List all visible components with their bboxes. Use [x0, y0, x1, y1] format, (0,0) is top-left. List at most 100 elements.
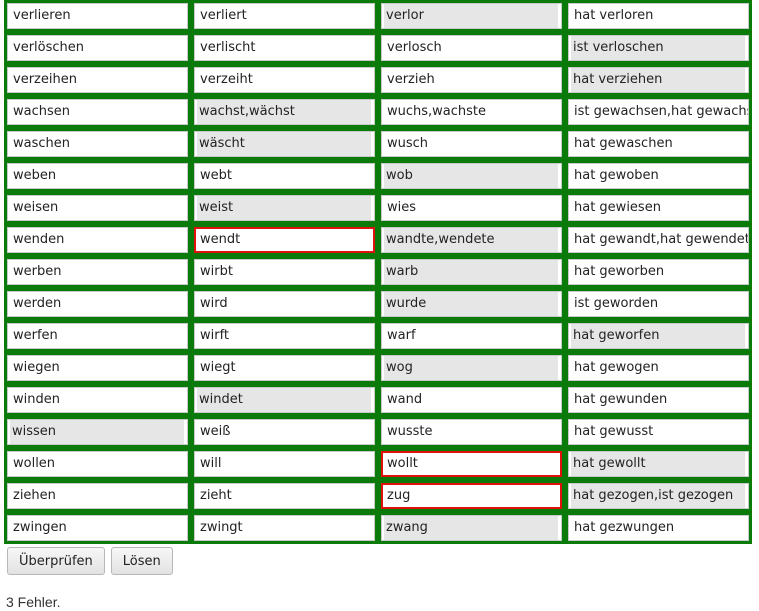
verb-table-body: verlieren verliert verlor hat verloren verlö…: [4, 0, 752, 544]
present-answer-field[interactable]: weist: [194, 195, 375, 221]
present-given-text: wirft: [194, 323, 375, 349]
perfect-answer-field[interactable]: hat geworfen: [568, 323, 749, 349]
table-cell: hat gezogen,ist gezogen: [565, 480, 752, 512]
table-cell: verlischt: [191, 32, 378, 64]
table-row: werben wirbt warb hat geworben: [4, 256, 752, 288]
table-cell: hat verloren: [565, 0, 752, 32]
preterite-given-text: warf: [381, 323, 562, 349]
table-cell: zwang: [378, 512, 565, 544]
table-cell: weiß: [191, 416, 378, 448]
preterite-answer-field[interactable]: verlor: [381, 3, 562, 29]
present-given-text: verzeiht: [194, 67, 375, 93]
infinitive-given-text: wollen: [7, 451, 188, 477]
table-cell: hat gewaschen: [565, 128, 752, 160]
preterite-answer-field[interactable]: wurde: [381, 291, 562, 317]
table-cell: zwingen: [4, 512, 191, 544]
present-answer-field[interactable]: windet: [194, 387, 375, 413]
infinitive-given-text: ziehen: [7, 483, 188, 509]
table-cell: wuchs,wachste: [378, 96, 565, 128]
solve-button[interactable]: Lösen: [110, 547, 173, 575]
present-given-text: will: [194, 451, 375, 477]
answer-value: wog: [384, 356, 558, 380]
perfect-answer-field[interactable]: hat verziehen: [568, 67, 749, 93]
infinitive-given-text: werden: [7, 291, 188, 317]
table-cell: wird: [191, 288, 378, 320]
perfect-given-text: hat verloren: [568, 3, 749, 29]
preterite-given-text: verzieh: [381, 67, 562, 93]
answer-value: weist: [197, 196, 371, 220]
table-cell: ist geworden: [565, 288, 752, 320]
table-cell: weist: [191, 192, 378, 224]
answer-value: wandte,wendete: [384, 228, 558, 252]
present-answer-field[interactable]: wachst,wächst: [194, 99, 375, 125]
table-cell: wandte,wendete: [378, 224, 565, 256]
perfect-answer-field[interactable]: ist verloschen: [568, 35, 749, 61]
table-cell: hat gewollt: [565, 448, 752, 480]
preterite-answer-field-error[interactable]: wollt: [381, 451, 562, 477]
answer-value: hat geworfen: [571, 324, 745, 348]
table-row: waschen wäscht wusch hat gewaschen: [4, 128, 752, 160]
answer-value: hat gezogen,ist gezogen: [571, 484, 745, 508]
table-cell: hat gewogen: [565, 352, 752, 384]
check-button[interactable]: Überprüfen: [7, 547, 105, 575]
table-cell: verzeihen: [4, 64, 191, 96]
present-given-text: zwingt: [194, 515, 375, 541]
table-cell: wies: [378, 192, 565, 224]
answer-value: windet: [197, 388, 371, 412]
present-given-text: wiegt: [194, 355, 375, 381]
answer-value: ist verloschen: [571, 36, 745, 60]
preterite-given-text: wies: [381, 195, 562, 221]
preterite-answer-field[interactable]: zwang: [381, 515, 562, 541]
table-cell: wäscht: [191, 128, 378, 160]
answer-value: wissen: [10, 420, 184, 444]
preterite-answer-field[interactable]: wog: [381, 355, 562, 381]
table-cell: hat geworfen: [565, 320, 752, 352]
table-cell: hat gewandt,hat gewendet: [565, 224, 752, 256]
preterite-answer-field[interactable]: wob: [381, 163, 562, 189]
present-answer-field-error[interactable]: wendt: [194, 227, 375, 253]
preterite-answer-field-error[interactable]: zug: [381, 483, 562, 509]
table-cell: verlor: [378, 0, 565, 32]
present-given-text: zieht: [194, 483, 375, 509]
present-answer-field[interactable]: wäscht: [194, 131, 375, 157]
preterite-answer-field[interactable]: warb: [381, 259, 562, 285]
infinitive-given-text: verlöschen: [7, 35, 188, 61]
table-cell: ist gewachsen,hat gewachst: [565, 96, 752, 128]
perfect-answer-field[interactable]: hat gewollt: [568, 451, 749, 477]
table-cell: hat verziehen: [565, 64, 752, 96]
table-row: zwingen zwingt zwang hat gezwungen: [4, 512, 752, 544]
perfect-answer-field[interactable]: hat gezogen,ist gezogen: [568, 483, 749, 509]
table-cell: wachst,wächst: [191, 96, 378, 128]
table-row: ziehen zieht zug hat gezogen,ist gezogen: [4, 480, 752, 512]
table-cell: hat gezwungen: [565, 512, 752, 544]
perfect-given-text: hat gewandt,hat gewendet: [568, 227, 749, 253]
table-cell: hat gewoben: [565, 160, 752, 192]
table-cell: verlöschen: [4, 32, 191, 64]
table-row: werfen wirft warf hat geworfen: [4, 320, 752, 352]
table-cell: verzieh: [378, 64, 565, 96]
infinitive-given-text: zwingen: [7, 515, 188, 541]
infinitive-answer-field[interactable]: wissen: [7, 419, 188, 445]
answer-value: hat verziehen: [571, 68, 745, 92]
preterite-given-text: wusste: [381, 419, 562, 445]
perfect-given-text: hat geworben: [568, 259, 749, 285]
infinitive-given-text: werben: [7, 259, 188, 285]
preterite-answer-field[interactable]: wandte,wendete: [381, 227, 562, 253]
table-cell: wiegt: [191, 352, 378, 384]
table-cell: wenden: [4, 224, 191, 256]
perfect-given-text: hat gewogen: [568, 355, 749, 381]
table-cell: webt: [191, 160, 378, 192]
perfect-given-text: hat gewusst: [568, 419, 749, 445]
answer-value: zwang: [384, 516, 558, 540]
perfect-given-text: hat gewunden: [568, 387, 749, 413]
present-given-text: verliert: [194, 3, 375, 29]
table-row: wenden wendt wandte,wendete hat gewandt,hat…: [4, 224, 752, 256]
table-cell: verlosch: [378, 32, 565, 64]
table-row: werden wird wurde ist geworden: [4, 288, 752, 320]
table-row: verlieren verliert verlor hat verloren: [4, 0, 752, 32]
perfect-given-text: ist geworden: [568, 291, 749, 317]
infinitive-given-text: verlieren: [7, 3, 188, 29]
infinitive-given-text: wenden: [7, 227, 188, 253]
table-cell: winden: [4, 384, 191, 416]
table-cell: zug: [378, 480, 565, 512]
